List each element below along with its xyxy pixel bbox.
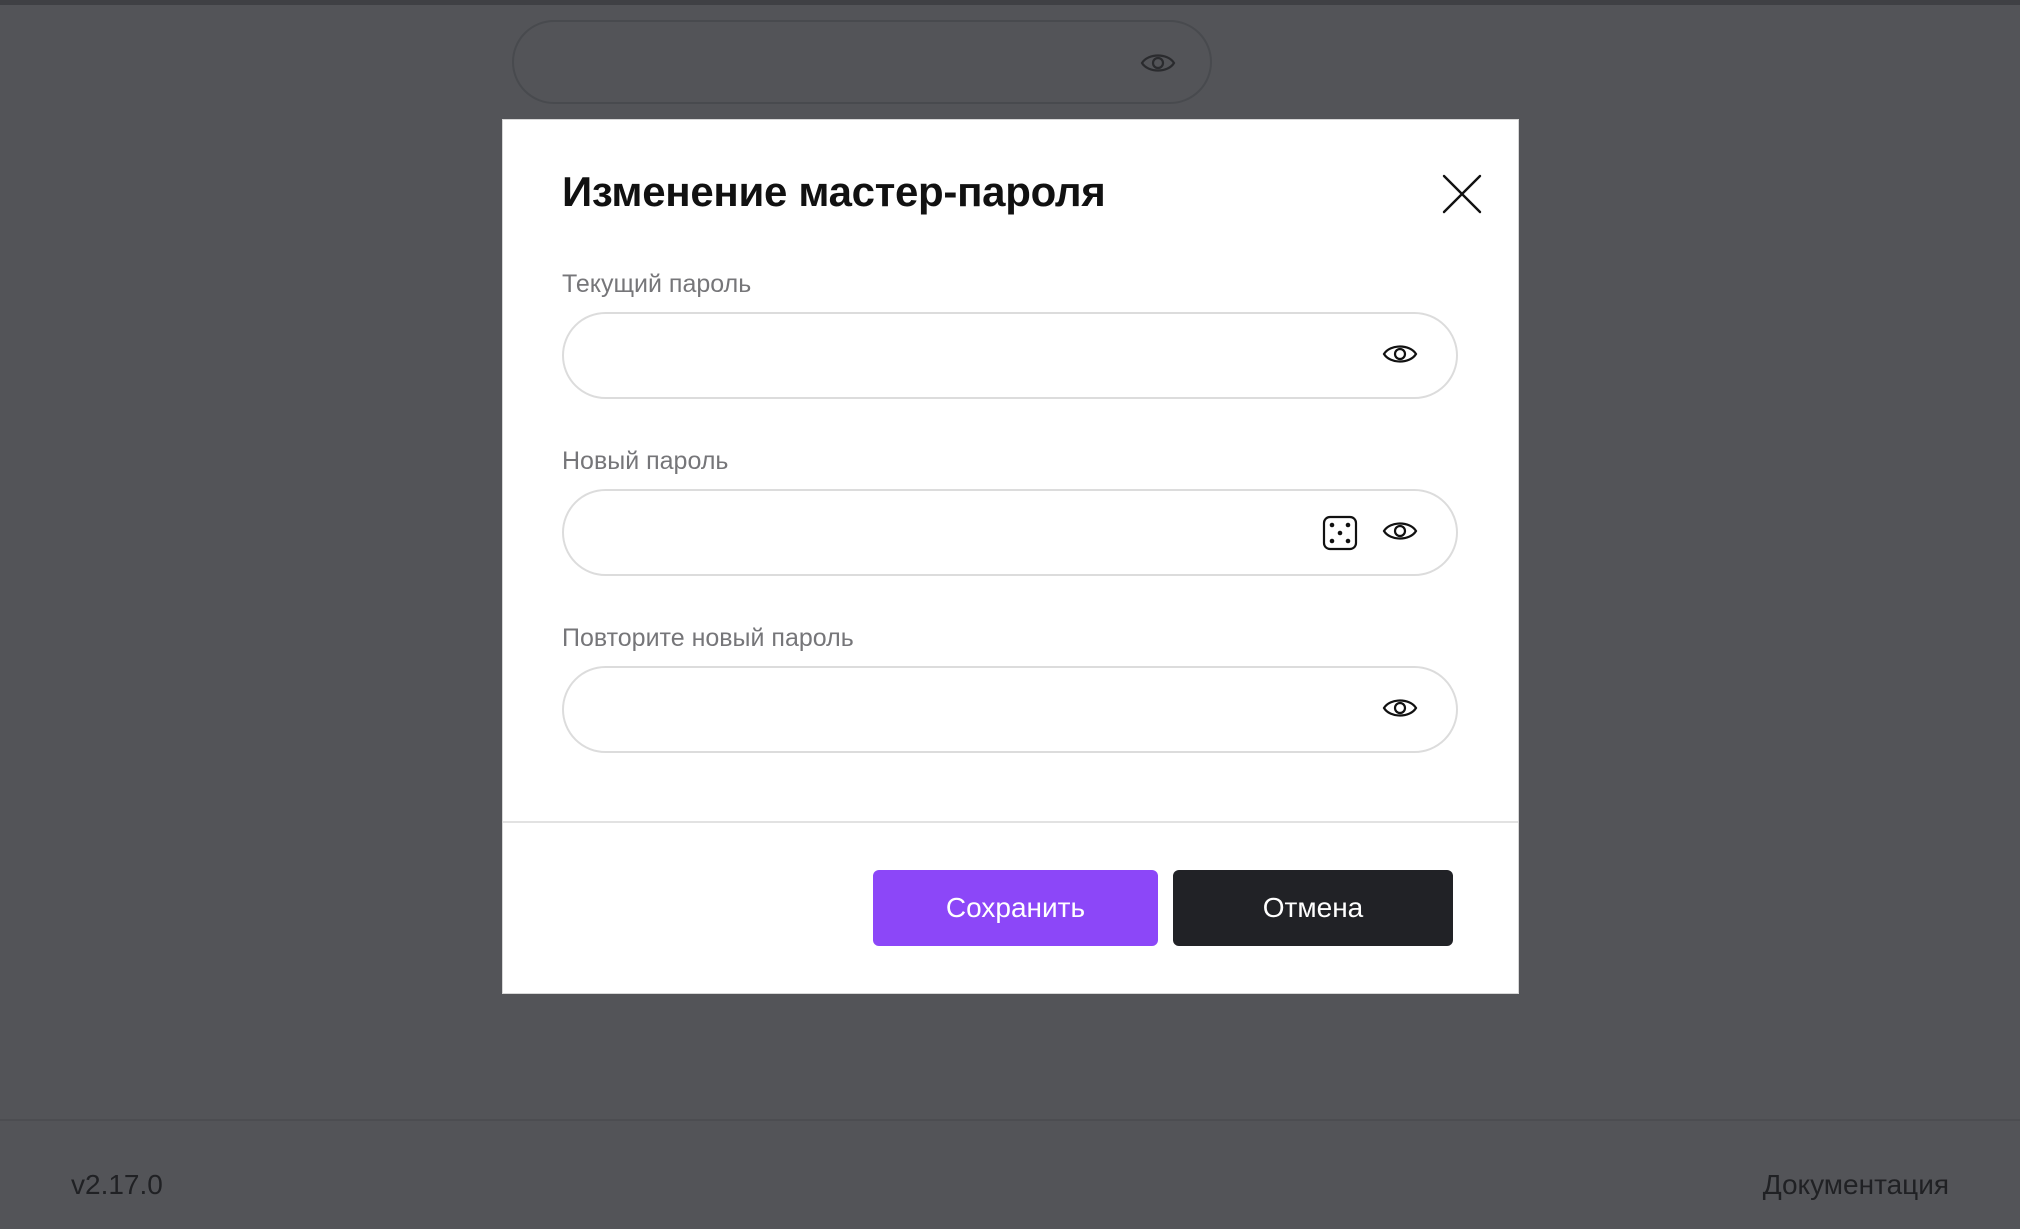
repeat-password-label: Повторите новый пароль [562,624,854,652]
eye-icon[interactable] [1382,341,1418,372]
background-password-field [512,20,1212,104]
current-password-field[interactable] [562,312,1458,399]
dialog-title: Изменение мастер-пароля [562,168,1106,215]
eye-icon [1140,50,1176,81]
new-password-label: Новый пароль [562,447,729,475]
close-icon [1442,174,1482,214]
footer-divider [503,821,1518,823]
repeat-password-field[interactable] [562,666,1458,753]
cancel-button[interactable]: Отмена [1173,870,1453,946]
dice-icon[interactable] [1322,515,1358,556]
new-password-input[interactable] [594,491,1298,576]
repeat-password-input[interactable] [594,668,1298,753]
top-border [0,0,2020,5]
documentation-link[interactable]: Документация [1763,1169,1949,1201]
current-password-input[interactable] [594,314,1298,399]
eye-icon[interactable] [1382,695,1418,726]
eye-icon[interactable] [1382,518,1418,549]
new-password-field[interactable] [562,489,1458,576]
save-button[interactable]: Сохранить [873,870,1158,946]
current-password-label: Текущий пароль [562,270,752,298]
footer: v2.17.0 Документация [0,1119,2020,1229]
change-master-password-dialog: Изменение мастер-пароля Текущий пароль Н… [502,119,1519,994]
version-label: v2.17.0 [71,1169,163,1200]
close-button[interactable] [1441,173,1483,215]
